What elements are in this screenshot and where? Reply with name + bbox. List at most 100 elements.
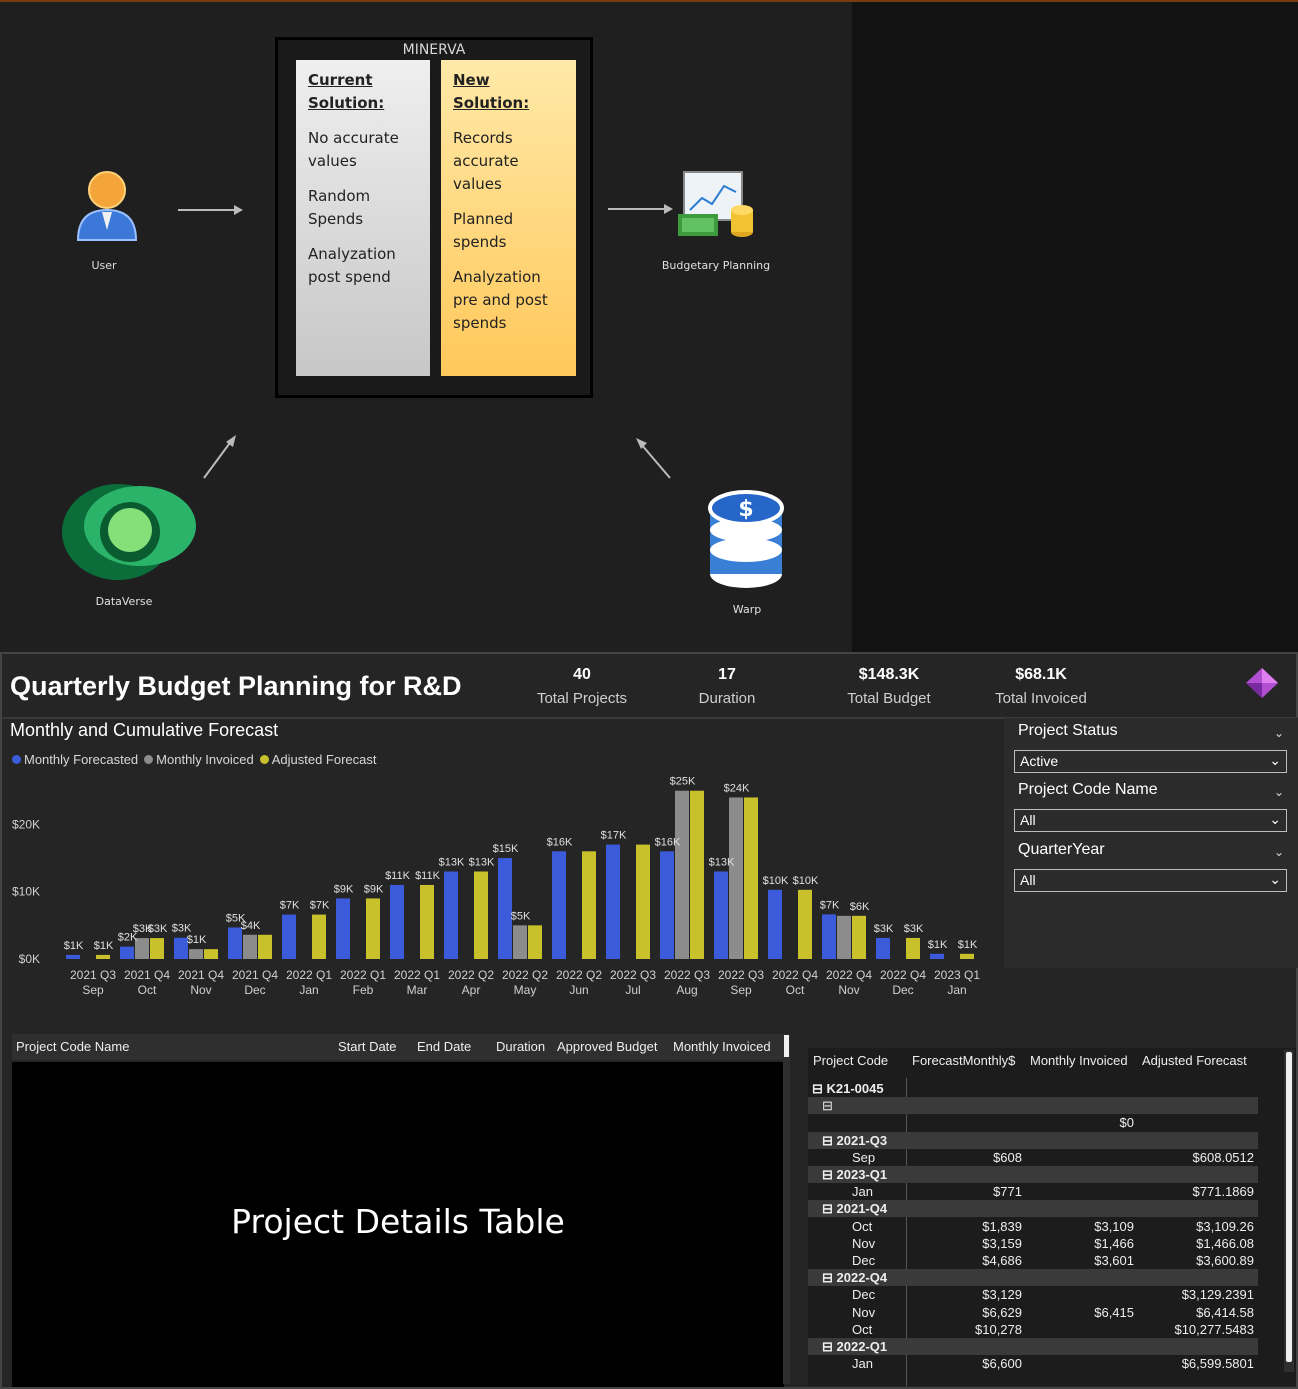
project-code-name-dropdown[interactable]: All ⌄ <box>1014 809 1287 832</box>
matrix-row[interactable]: ⊟ 2022-Q1 <box>808 1338 1258 1355</box>
x-tick-label: Jul <box>625 983 640 997</box>
bar <box>204 949 218 959</box>
matrix-row[interactable]: ⊟ <box>808 1097 1258 1115</box>
column-header[interactable]: Approved Budget <box>557 1039 657 1054</box>
matrix-row[interactable]: Oct $1,839 $3,109 $3,109.26 <box>808 1218 1258 1235</box>
column-header[interactable]: Project Code Name <box>16 1039 129 1054</box>
x-tick-label: 2022 Q2 <box>556 968 602 982</box>
matrix-row[interactable]: $0 <box>808 1114 1258 1131</box>
row-label: ⊟ 2021-Q4 <box>822 1201 888 1217</box>
data-label: $3K <box>874 923 894 935</box>
row-label: ⊟ <box>822 1098 833 1114</box>
chart-title: Monthly and Cumulative Forecast <box>10 720 279 740</box>
row-label: Nov <box>852 1304 876 1320</box>
y-tick-label: $10K <box>12 885 40 899</box>
matrix-row[interactable]: Sep $608 $608.0512 <box>808 1149 1258 1166</box>
kpi-total-budget: $148.3K Total Budget <box>834 666 944 707</box>
x-tick-label: 2022 Q3 <box>610 968 656 982</box>
matrix-row[interactable]: ⊟ K21-0045 <box>808 1080 1258 1097</box>
matrix-row[interactable]: ⊟ 2021-Q4 <box>808 1200 1258 1218</box>
data-label: $1K <box>958 939 978 951</box>
data-label: $11K <box>415 870 441 882</box>
matrix-row[interactable]: Jan $6,600 $6,599.5801 <box>808 1355 1258 1372</box>
column-header[interactable]: ForecastMonthly$ <box>912 1053 1015 1068</box>
y-tick-label: $0K <box>19 952 40 966</box>
new-heading-2: Solution: <box>453 94 530 112</box>
scrollbar[interactable] <box>783 1034 790 1384</box>
x-tick-label: 2021 Q3 <box>70 968 116 982</box>
bar <box>552 851 566 959</box>
project-status-dropdown[interactable]: Active ⌄ <box>1014 750 1287 773</box>
matrix-row[interactable]: Nov $3,159 $1,466 $1,466.08 <box>808 1235 1258 1252</box>
bar <box>258 934 272 959</box>
kpi-value: 40 <box>573 666 591 683</box>
slicer-label: QuarterYear <box>1018 841 1105 858</box>
matrix-row[interactable]: Oct $10,278 $10,277.5483 <box>808 1321 1258 1338</box>
column-header[interactable]: Adjusted Forecast <box>1142 1053 1247 1068</box>
x-tick-label: 2022 Q2 <box>448 968 494 982</box>
x-tick-label: Dec <box>892 983 913 997</box>
bar <box>852 915 866 959</box>
bar <box>336 898 350 959</box>
scrollbar-thumb[interactable] <box>1286 1052 1292 1362</box>
data-label: $25K <box>670 776 696 788</box>
matrix-header: Project Code ForecastMonthly$ Monthly In… <box>808 1048 1278 1078</box>
x-tick-label: Feb <box>353 983 374 997</box>
chevron-down-icon: ⌄ <box>1269 871 1281 887</box>
bar <box>120 946 134 959</box>
matrix-row[interactable]: ⊟ 2021-Q3 <box>808 1131 1258 1149</box>
bar <box>243 934 257 959</box>
x-tick-label: Nov <box>838 983 859 997</box>
slicer-value: Active <box>1020 753 1059 769</box>
quarter-year-dropdown[interactable]: All ⌄ <box>1014 869 1287 892</box>
data-label: $15K <box>493 843 519 855</box>
chevron-down-icon[interactable]: ⌄ <box>1274 785 1284 799</box>
legend-label: Adjusted Forecast <box>271 752 377 767</box>
scrollbar[interactable] <box>1284 1050 1294 1372</box>
matrix-row[interactable]: Nov $6,629 $6,415 $6,414.58 <box>808 1304 1258 1321</box>
column-header[interactable]: Monthly Invoiced <box>1030 1053 1128 1068</box>
x-tick-label: 2022 Q1 <box>340 968 386 982</box>
legend-item[interactable]: Monthly Forecasted <box>12 752 138 767</box>
column-header[interactable]: Monthly Invoiced <box>673 1039 771 1054</box>
column-header[interactable]: Start Date <box>338 1039 397 1054</box>
chevron-down-icon: ⌄ <box>1269 752 1281 768</box>
data-label: $6K <box>850 901 870 913</box>
matrix-row[interactable]: Jan $771 $771.1869 <box>808 1183 1258 1200</box>
budgetary-planning-label: Budgetary Planning <box>661 259 771 272</box>
bar <box>96 954 110 959</box>
arrow-icon <box>608 204 673 214</box>
scrollbar-thumb[interactable] <box>784 1035 789 1057</box>
architecture-diagram: MINERVA Current Solution: No accurate va… <box>0 0 852 652</box>
bar <box>474 871 488 959</box>
bar <box>798 889 812 959</box>
chevron-down-icon[interactable]: ⌄ <box>1274 845 1284 859</box>
matrix-row[interactable]: Dec $3,129 $3,129.2391 <box>808 1286 1258 1303</box>
current-solution-panel: Current Solution: No accurate values Ran… <box>296 60 430 376</box>
user-icon <box>76 171 138 241</box>
kpi-label: Duration <box>698 690 756 707</box>
data-label: $7K <box>280 900 300 912</box>
data-label: $1K <box>928 939 948 951</box>
current-item: No accurate values <box>308 129 399 170</box>
legend-item[interactable]: Monthly Invoiced <box>144 752 254 767</box>
data-label: $10K <box>793 875 819 887</box>
matrix-row[interactable]: Dec $4,686 $3,601 $3,600.89 <box>808 1252 1258 1269</box>
column-header[interactable]: Duration <box>496 1039 545 1054</box>
chevron-down-icon[interactable]: ⌄ <box>1274 726 1284 740</box>
column-header[interactable]: Project Code <box>813 1053 888 1068</box>
new-heading-1: New <box>453 71 490 89</box>
power-apps-icon[interactable] <box>1244 666 1280 700</box>
x-tick-label: Aug <box>676 983 697 997</box>
data-label: $1K <box>187 934 207 946</box>
legend-item[interactable]: Adjusted Forecast <box>259 752 377 767</box>
matrix-row[interactable]: ⊟ 2023-Q1 <box>808 1166 1258 1183</box>
legend-label: Monthly Forecasted <box>24 752 139 767</box>
data-label: $7K <box>310 900 330 912</box>
bar <box>582 851 596 959</box>
chevron-down-icon: ⌄ <box>1269 811 1281 827</box>
arrow-icon <box>178 205 243 215</box>
matrix-row[interactable]: ⊟ 2022-Q4 <box>808 1269 1258 1287</box>
column-header[interactable]: End Date <box>417 1039 471 1054</box>
bar <box>675 790 689 959</box>
